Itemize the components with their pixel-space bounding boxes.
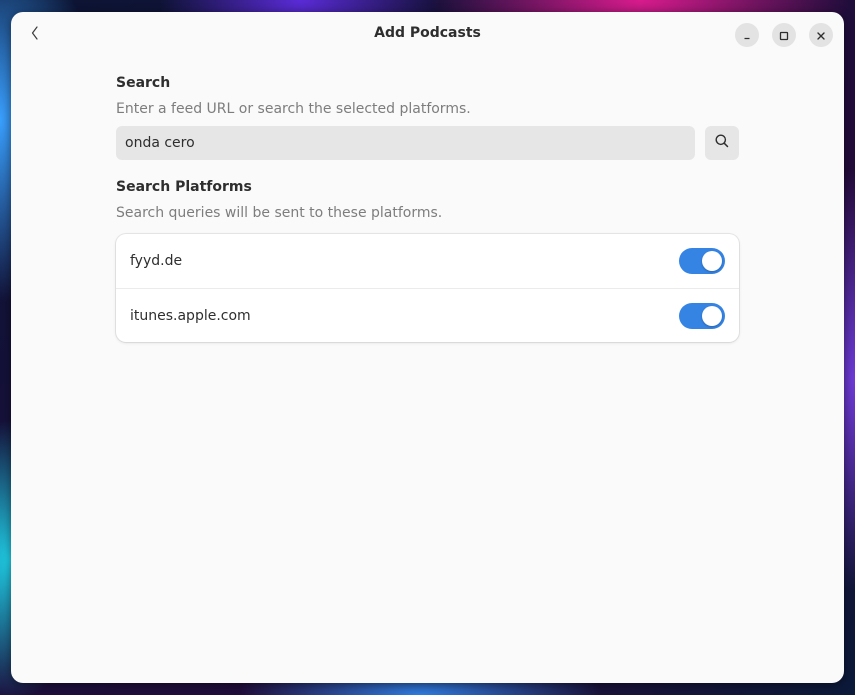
add-podcasts-window: Add Podcasts Search Enter a feed URL or … xyxy=(11,12,844,683)
toggle-knob xyxy=(702,251,722,271)
platform-toggle-itunes[interactable] xyxy=(679,303,725,329)
minimize-button[interactable] xyxy=(735,23,759,47)
platform-label: itunes.apple.com xyxy=(130,307,251,324)
platforms-heading: Search Platforms xyxy=(116,179,252,195)
search-icon xyxy=(714,133,730,153)
platforms-description: Search queries will be sent to these pla… xyxy=(116,205,443,221)
search-row xyxy=(116,126,739,160)
maximize-button[interactable] xyxy=(772,23,796,47)
minimize-icon xyxy=(742,26,752,45)
platform-row-itunes: itunes.apple.com xyxy=(116,288,739,342)
toggle-knob xyxy=(702,306,722,326)
close-icon xyxy=(816,26,826,45)
window-title: Add Podcasts xyxy=(374,25,481,41)
search-button[interactable] xyxy=(705,126,739,160)
platform-toggle-fyyd[interactable] xyxy=(679,248,725,274)
search-input[interactable] xyxy=(116,126,695,160)
platform-row-fyyd: fyyd.de xyxy=(116,234,739,288)
search-heading: Search xyxy=(116,75,171,91)
header-bar: Add Podcasts xyxy=(11,12,844,58)
main-content: Search Enter a feed URL or search the se… xyxy=(116,74,739,342)
maximize-icon xyxy=(779,26,789,45)
platform-list: fyyd.de itunes.apple.com xyxy=(116,234,739,342)
platform-label: fyyd.de xyxy=(130,253,183,269)
search-description: Enter a feed URL or search the selected … xyxy=(116,101,471,117)
close-button[interactable] xyxy=(809,23,833,47)
